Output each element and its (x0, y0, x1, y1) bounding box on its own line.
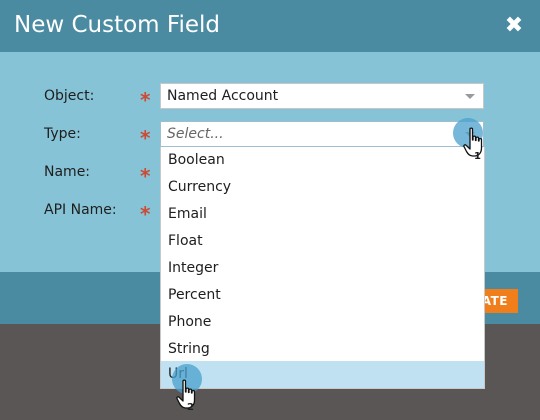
option-string[interactable]: String (161, 336, 484, 363)
step-badge-2: 2 (187, 402, 194, 413)
api-name-label: API Name: (44, 202, 117, 218)
api-name-required-icon: * (140, 202, 151, 226)
object-label: Object: (44, 88, 95, 104)
object-select[interactable]: Named Account (160, 83, 484, 109)
name-label: Name: (44, 164, 91, 180)
dialog-header: New Custom Field ✖ (0, 0, 540, 52)
step-badge-1: 1 (474, 151, 481, 162)
object-select-value: Named Account (167, 88, 279, 104)
option-float[interactable]: Float (161, 228, 484, 255)
option-phone[interactable]: Phone (161, 309, 484, 336)
option-percent[interactable]: Percent (161, 282, 484, 309)
type-select-placeholder: Select... (167, 126, 224, 142)
dialog-title: New Custom Field (14, 12, 220, 38)
option-currency[interactable]: Currency (161, 174, 484, 201)
caret-down-icon (465, 94, 475, 99)
option-url[interactable]: Url (161, 361, 484, 388)
option-integer[interactable]: Integer (161, 255, 484, 282)
type-select[interactable]: Select... (160, 121, 484, 147)
close-icon[interactable]: ✖ (502, 12, 526, 40)
type-label: Type: (44, 126, 81, 142)
object-required-icon: * (140, 88, 151, 112)
option-email[interactable]: Email (161, 201, 484, 228)
type-required-icon: * (140, 126, 151, 150)
option-boolean[interactable]: Boolean (161, 147, 484, 174)
type-dropdown-list: Boolean Currency Email Float Integer Per… (160, 147, 485, 389)
name-required-icon: * (140, 164, 151, 188)
